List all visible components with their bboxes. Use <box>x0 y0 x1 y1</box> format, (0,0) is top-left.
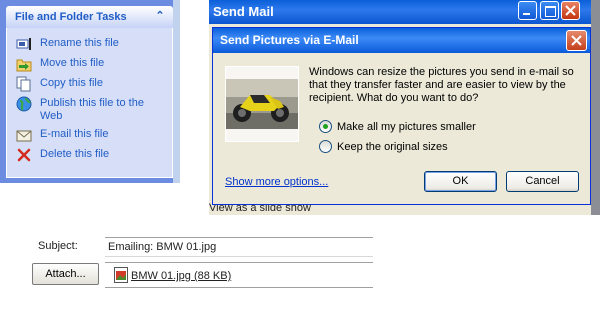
copy-icon <box>16 76 31 92</box>
file-folder-tasks-panel: File and Folder Tasks ⌃ Rename this file… <box>6 6 173 178</box>
dialog-titlebar[interactable]: Send Pictures via E-Mail <box>213 28 590 53</box>
dialog-message: Windows can resize the pictures you send… <box>309 66 574 104</box>
attach-button[interactable]: Attach... <box>32 263 99 285</box>
subject-field[interactable]: Emailing: BMW 01.jpg <box>105 237 373 257</box>
task-copy[interactable]: Copy this file <box>7 74 172 94</box>
send-mail-title: Send Mail <box>213 4 274 19</box>
send-mail-close-button[interactable] <box>561 1 580 20</box>
motorcycle-picture-icon <box>226 79 298 129</box>
show-more-options-link[interactable]: Show more options... <box>225 176 328 188</box>
task-pane-title: File and Folder Tasks <box>15 11 127 23</box>
task-delete-label: Delete this file <box>40 148 110 160</box>
cancel-button[interactable]: Cancel <box>506 171 579 192</box>
task-email-label: E-mail this file <box>40 128 109 140</box>
maximize-icon <box>545 6 556 17</box>
radio-selected[interactable] <box>319 120 332 133</box>
radio-unselected[interactable] <box>319 140 332 153</box>
send-pictures-dialog: Send Pictures via E-Mail Windows can res… <box>212 27 591 205</box>
task-move-label: Move this file <box>40 57 105 69</box>
task-delete[interactable]: Delete this file <box>7 145 172 165</box>
email-icon <box>16 130 32 142</box>
option-keep-original[interactable]: Keep the original sizes <box>319 140 448 153</box>
image-file-icon <box>114 267 128 283</box>
task-pane-scrollbar[interactable] <box>173 0 180 183</box>
task-publish-web-label: Publish this file to the Web <box>40 97 144 122</box>
task-rename-label: Rename this file <box>40 37 119 49</box>
attachment-field: BMW 01.jpg (88 KB) <box>105 262 373 288</box>
dialog-close-button[interactable] <box>566 30 587 51</box>
ok-button[interactable]: OK <box>424 171 497 192</box>
option-make-smaller[interactable]: Make all my pictures smaller <box>319 120 476 133</box>
background-preview-edge <box>591 0 600 215</box>
move-icon <box>16 59 32 72</box>
task-move[interactable]: Move this file <box>7 54 172 74</box>
publish-web-icon <box>16 96 32 112</box>
subject-value: Emailing: BMW 01.jpg <box>108 241 217 253</box>
task-pane-header[interactable]: File and Folder Tasks ⌃ <box>6 6 173 28</box>
task-pane: File and Folder Tasks ⌃ Rename this file… <box>0 0 180 183</box>
task-publish-web[interactable]: Publish this file to the Web <box>7 94 172 125</box>
chevron-up-double-icon[interactable]: ⌃ <box>153 9 167 23</box>
task-email[interactable]: E-mail this file <box>7 125 172 145</box>
subject-label: Subject: <box>38 240 78 252</box>
attachment-name[interactable]: BMW 01.jpg (88 KB) <box>131 270 231 282</box>
task-rename[interactable]: Rename this file <box>7 34 172 54</box>
compose-fields: Subject: Emailing: BMW 01.jpg Attach... … <box>30 234 373 292</box>
task-copy-label: Copy this file <box>40 77 103 89</box>
option-make-smaller-label: Make all my pictures smaller <box>337 120 476 133</box>
send-mail-titlebar[interactable]: Send Mail <box>209 0 600 24</box>
minimize-button[interactable] <box>518 1 537 20</box>
close-icon <box>565 5 576 16</box>
picture-thumbnail <box>225 66 299 142</box>
rename-icon <box>16 38 31 50</box>
task-list: Rename this file Move this file Copy thi… <box>6 28 173 178</box>
maximize-button[interactable] <box>540 1 559 20</box>
close-icon <box>571 35 582 46</box>
subject-row: Subject: Emailing: BMW 01.jpg <box>30 234 373 257</box>
delete-icon <box>17 148 31 162</box>
dialog-title: Send Pictures via E-Mail <box>220 33 359 47</box>
minimize-icon <box>523 13 530 15</box>
option-keep-original-label: Keep the original sizes <box>337 140 448 153</box>
